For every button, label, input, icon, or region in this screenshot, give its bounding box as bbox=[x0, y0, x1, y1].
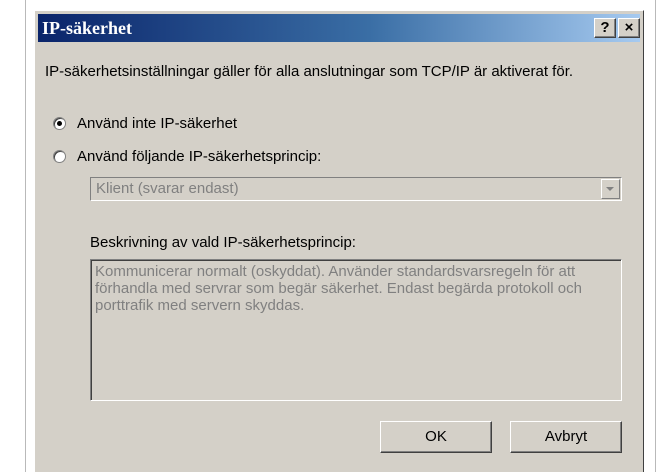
dropdown-button[interactable] bbox=[601, 179, 620, 199]
radio-button[interactable] bbox=[53, 150, 66, 163]
radio-dot-icon bbox=[57, 121, 62, 126]
page-border-right bbox=[655, 0, 656, 472]
ip-security-dialog: IP-säkerhet ? × IP-säkerhetsinställninga… bbox=[34, 10, 644, 472]
ok-button[interactable]: OK bbox=[380, 421, 492, 453]
help-button[interactable]: ? bbox=[594, 18, 616, 38]
option-label: Använd inte IP-säkerhet bbox=[77, 115, 238, 132]
cancel-button[interactable]: Avbryt bbox=[510, 421, 622, 453]
intro-text: IP-säkerhetsinställningar gäller för all… bbox=[45, 63, 574, 80]
window-title: IP-säkerhet bbox=[42, 18, 132, 38]
option-label: Använd följande IP-säkerhetsprincip: bbox=[77, 148, 322, 165]
chevron-down-icon bbox=[606, 187, 614, 191]
description-text: Kommunicerar normalt (oskyddat). Använde… bbox=[95, 263, 582, 314]
policy-select-value: Klient (svarar endast) bbox=[96, 180, 239, 197]
title-bar[interactable]: IP-säkerhet ? × bbox=[38, 14, 640, 42]
radio-button-selected[interactable] bbox=[53, 117, 66, 130]
description-label: Beskrivning av vald IP-säkerhetsprincip: bbox=[90, 234, 356, 251]
close-button[interactable]: × bbox=[618, 18, 640, 38]
policy-select[interactable]: Klient (svarar endast) bbox=[90, 177, 622, 201]
page-border-left bbox=[25, 0, 26, 472]
description-box: Kommunicerar normalt (oskyddat). Använde… bbox=[90, 259, 622, 401]
